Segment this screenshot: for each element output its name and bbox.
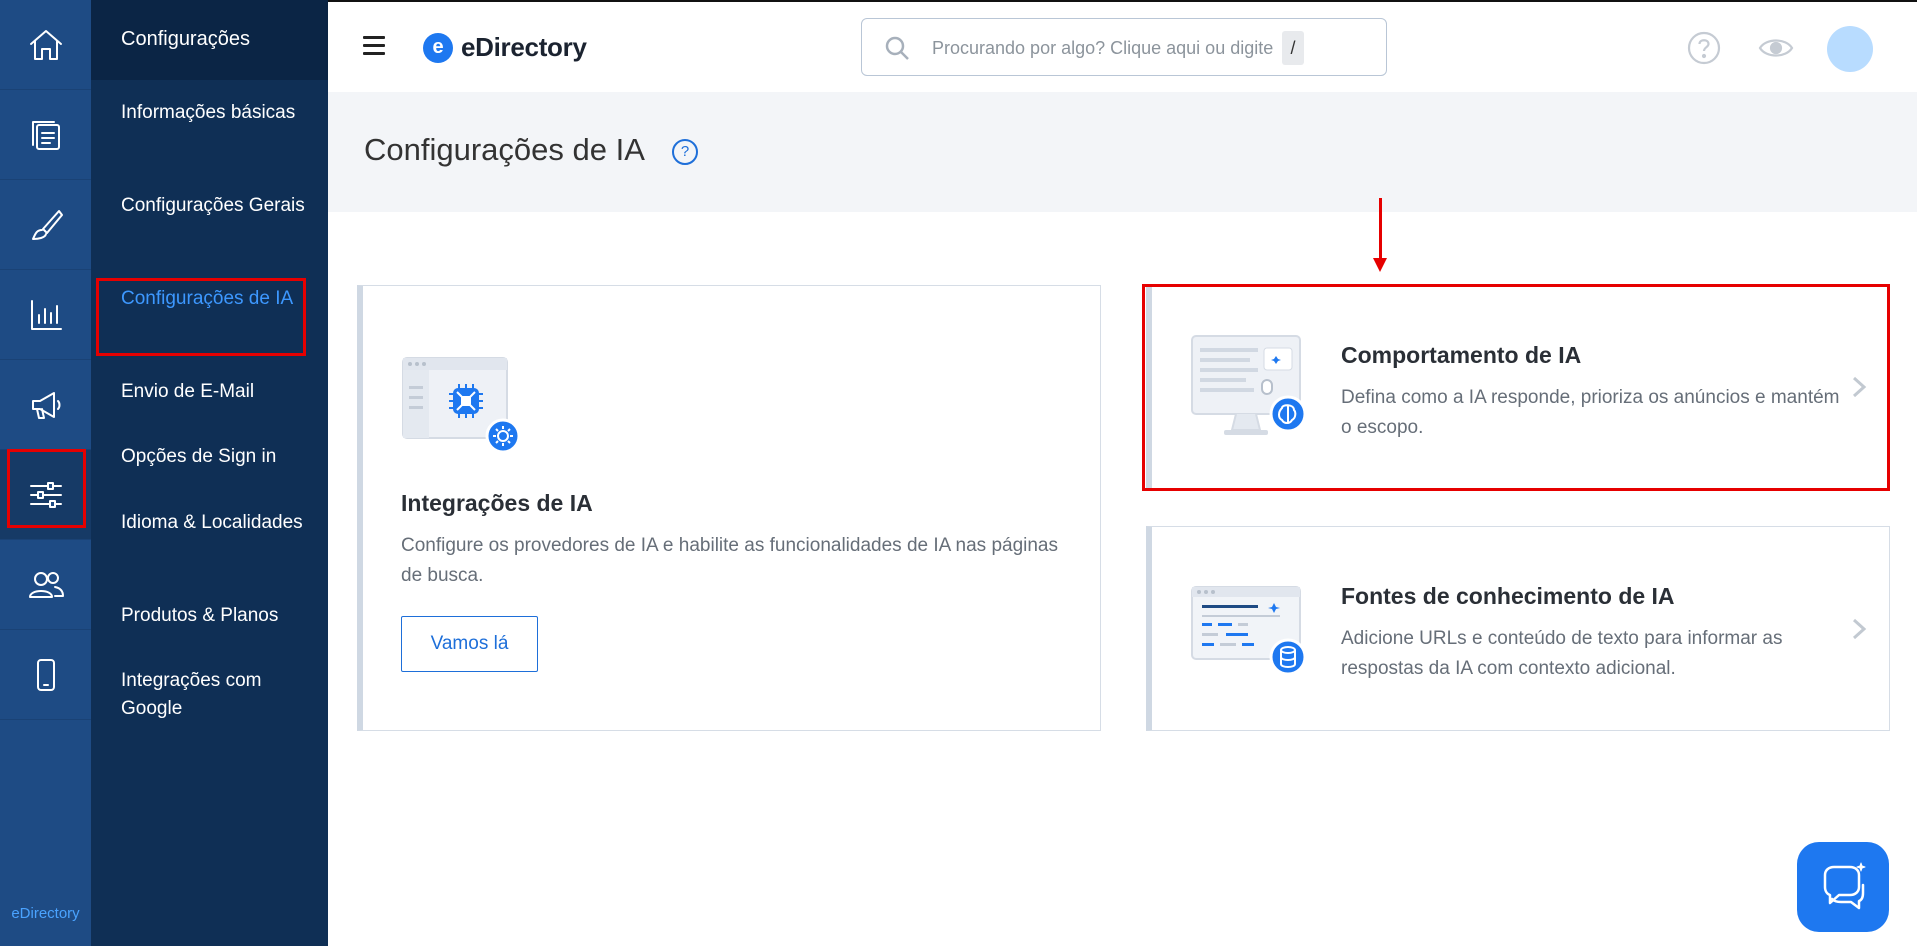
submenu-item-google-integrations[interactable]: Integrações com Google — [121, 667, 311, 723]
app-logo[interactable]: e eDirectory — [423, 32, 587, 63]
rail-promote[interactable] — [0, 360, 91, 450]
annotation-arrow-head — [1373, 258, 1387, 272]
card-ai-integrations: Integrações de IA Configure os provedore… — [357, 285, 1101, 731]
card-title: Comportamento de IA — [1341, 342, 1582, 368]
rail-design[interactable] — [0, 180, 91, 270]
submenu-item-languages[interactable]: Idioma & Localidades — [121, 509, 311, 537]
search-icon — [885, 36, 909, 60]
ai-behavior-monitor-illustration-icon — [1191, 335, 1307, 435]
promote-megaphone-icon — [31, 391, 60, 419]
card-title: Fontes de conhecimento de IA — [1341, 583, 1675, 609]
hamburger-menu-icon[interactable] — [363, 36, 385, 56]
rail-mobile[interactable] — [0, 630, 91, 720]
logo-mark: e — [423, 32, 453, 63]
mobile-icon — [36, 658, 55, 691]
card-description: Configure os provedores de IA e habilite… — [401, 535, 1059, 586]
home-icon — [29, 29, 62, 60]
help-button[interactable] — [1686, 30, 1722, 66]
page-header: Configurações de IA ? — [328, 92, 1917, 212]
rail-users[interactable] — [0, 540, 91, 630]
card-description: Defina como a IA responde, prioriza os a… — [1341, 387, 1840, 438]
settings-submenu: Configurações Informações básicas Config… — [91, 0, 328, 946]
submenu-title: Configurações — [91, 0, 328, 80]
page-title: Configurações de IA — [364, 132, 645, 167]
rail-content[interactable] — [0, 90, 91, 180]
submenu-item-sign-in[interactable]: Opções de Sign in — [121, 443, 311, 471]
lets-go-button[interactable]: Vamos lá — [401, 616, 538, 672]
card-ai-knowledge-sources[interactable]: Fontes de conhecimento de IA Adicione UR… — [1146, 526, 1890, 731]
search-box[interactable]: / — [861, 18, 1387, 76]
card-title: Integrações de IA — [401, 490, 593, 516]
annotation-arrow-line — [1379, 198, 1382, 260]
search-shortcut-key: / — [1282, 31, 1304, 65]
chevron-right-icon — [1851, 375, 1867, 399]
rail-home[interactable] — [0, 0, 91, 90]
users-icon — [28, 571, 64, 598]
content-icon — [31, 120, 60, 150]
user-avatar[interactable] — [1827, 26, 1873, 72]
submenu-item-general-settings[interactable]: Configurações Gerais — [121, 192, 311, 220]
logo-text: eDirectory — [461, 32, 587, 62]
rail-settings[interactable] — [0, 450, 91, 540]
search-input[interactable] — [932, 33, 1282, 63]
design-brush-icon — [31, 209, 63, 240]
icon-rail: eDirectory — [0, 0, 91, 946]
preview-button[interactable] — [1758, 30, 1794, 66]
eye-icon — [1758, 39, 1794, 57]
rail-reports[interactable] — [0, 270, 91, 360]
card-ai-behavior[interactable]: Comportamento de IA Defina como a IA res… — [1146, 285, 1890, 489]
submenu-item-ai-settings[interactable]: Configurações de IA — [121, 285, 311, 313]
submenu-item-email[interactable]: Envio de E-Mail — [121, 378, 311, 406]
submenu-item-basic-info[interactable]: Informações básicas — [121, 99, 311, 127]
chat-support-button[interactable] — [1797, 842, 1889, 932]
reports-chart-icon — [30, 299, 62, 330]
chevron-right-icon — [1851, 617, 1867, 641]
card-description: Adicione URLs e conteúdo de texto para i… — [1341, 628, 1783, 679]
ai-integration-illustration-icon — [402, 357, 521, 452]
knowledge-sources-illustration-icon — [1191, 586, 1307, 676]
top-bar: e eDirectory / — [328, 0, 1917, 92]
help-circle-icon — [1687, 31, 1721, 65]
submenu-item-products-plans[interactable]: Produtos & Planos — [121, 602, 311, 630]
rail-brand: eDirectory — [11, 905, 80, 922]
chat-bubble-icon — [1823, 862, 1866, 910]
page-help-icon[interactable]: ? — [672, 139, 698, 165]
settings-sliders-icon — [29, 481, 62, 508]
